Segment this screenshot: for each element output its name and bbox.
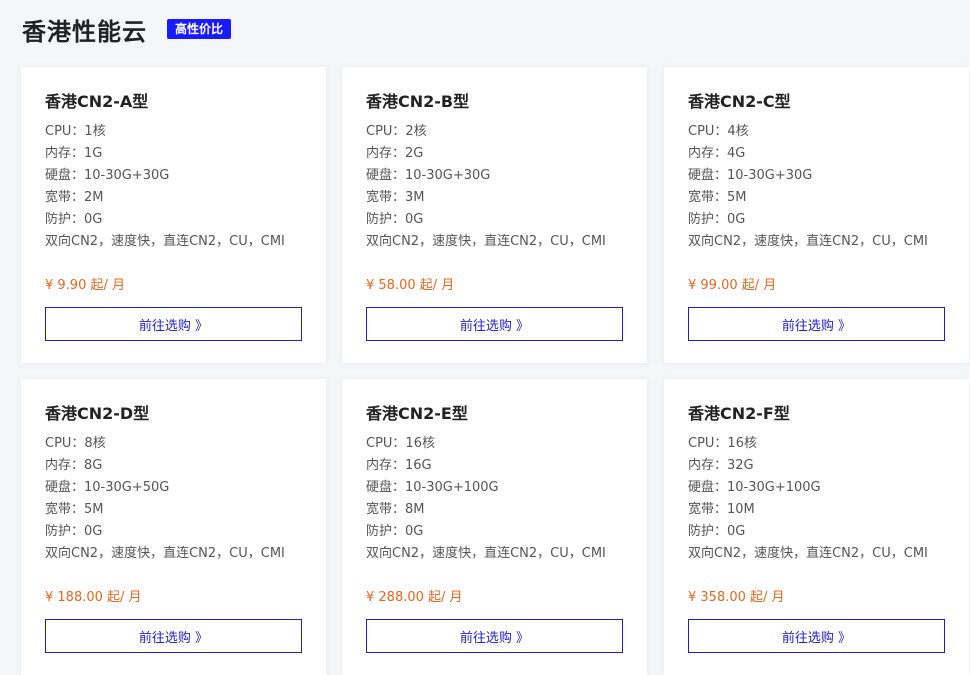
product-price: ¥ 9.90 起/ 月 [45,278,125,293]
spec-features: 双向CN2，速度快，直连CN2，CU，CMI [366,234,606,249]
product-name: 香港CN2-A型 [45,92,149,111]
spec-bandwidth: 宽带：8M [366,502,425,517]
buy-button[interactable]: 前往选购 》 [45,619,302,653]
spec-memory: 内存：2G [366,146,424,161]
product-price: ¥ 188.00 起/ 月 [45,590,142,605]
spec-protection: 防护：0G [45,212,103,227]
spec-bandwidth: 宽带：5M [45,502,104,517]
buy-button[interactable]: 前往选购 》 [688,619,945,653]
spec-disk: 硬盘：10-30G+100G [366,480,499,495]
spec-cpu: CPU：8核 [45,436,106,451]
page-header: 香港性能云 高性价比 [22,12,232,46]
spec-cpu: CPU：1核 [45,124,106,139]
spec-features: 双向CN2，速度快，直连CN2，CU，CMI [366,546,606,561]
product-card-c: 香港CN2-C型 CPU：4核 内存：4G 硬盘：10-30G+30G 宽带：5… [664,67,969,363]
product-price: ¥ 288.00 起/ 月 [366,590,463,605]
spec-bandwidth: 宽带：5M [688,190,747,205]
product-name: 香港CN2-E型 [366,404,468,423]
spec-features: 双向CN2，速度快，直连CN2，CU，CMI [45,234,285,249]
product-card-b: 香港CN2-B型 CPU：2核 内存：2G 硬盘：10-30G+30G 宽带：3… [342,67,647,363]
product-price: ¥ 99.00 起/ 月 [688,278,777,293]
product-price: ¥ 58.00 起/ 月 [366,278,455,293]
product-price: ¥ 358.00 起/ 月 [688,590,785,605]
spec-disk: 硬盘：10-30G+30G [688,168,813,183]
spec-disk: 硬盘：10-30G+50G [45,480,170,495]
buy-button[interactable]: 前往选购 》 [688,307,945,341]
spec-features: 双向CN2，速度快，直连CN2，CU，CMI [45,546,285,561]
spec-memory: 内存：8G [45,458,103,473]
spec-features: 双向CN2，速度快，直连CN2，CU，CMI [688,546,928,561]
product-name: 香港CN2-B型 [366,92,470,111]
product-name: 香港CN2-D型 [45,404,150,423]
spec-disk: 硬盘：10-30G+30G [366,168,491,183]
spec-bandwidth: 宽带：3M [366,190,425,205]
spec-protection: 防护：0G [45,524,103,539]
spec-protection: 防护：0G [366,212,424,227]
buy-button[interactable]: 前往选购 》 [366,619,623,653]
product-card-e: 香港CN2-E型 CPU：16核 内存：16G 硬盘：10-30G+100G 宽… [342,379,647,675]
spec-cpu: CPU：2核 [366,124,427,139]
buy-button[interactable]: 前往选购 》 [366,307,623,341]
buy-button[interactable]: 前往选购 》 [45,307,302,341]
spec-cpu: CPU：16核 [688,436,757,451]
spec-memory: 内存：16G [366,458,432,473]
spec-memory: 内存：32G [688,458,754,473]
spec-memory: 内存：4G [688,146,746,161]
spec-disk: 硬盘：10-30G+100G [688,480,821,495]
spec-memory: 内存：1G [45,146,103,161]
spec-protection: 防护：0G [688,212,746,227]
product-card-f: 香港CN2-F型 CPU：16核 内存：32G 硬盘：10-30G+100G 宽… [664,379,969,675]
spec-protection: 防护：0G [366,524,424,539]
spec-features: 双向CN2，速度快，直连CN2，CU，CMI [688,234,928,249]
spec-cpu: CPU：4核 [688,124,749,139]
spec-cpu: CPU：16核 [366,436,435,451]
value-badge: 高性价比 [167,19,232,39]
product-name: 香港CN2-C型 [688,92,791,111]
spec-bandwidth: 宽带：10M [688,502,755,517]
spec-protection: 防护：0G [688,524,746,539]
spec-bandwidth: 宽带：2M [45,190,104,205]
product-name: 香港CN2-F型 [688,404,790,423]
spec-disk: 硬盘：10-30G+30G [45,168,170,183]
page-title: 香港性能云 [22,17,147,46]
product-card-d: 香港CN2-D型 CPU：8核 内存：8G 硬盘：10-30G+50G 宽带：5… [21,379,326,675]
product-card-a: 香港CN2-A型 CPU：1核 内存：1G 硬盘：10-30G+30G 宽带：2… [21,67,326,363]
